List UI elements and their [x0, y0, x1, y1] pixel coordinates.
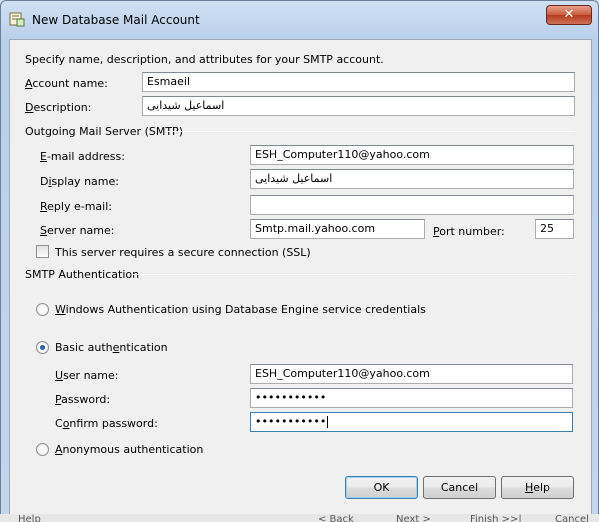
ssl-checkbox-label[interactable]: This server requires a secure connection… — [55, 246, 311, 259]
close-button[interactable]: ✕ — [546, 5, 592, 25]
bg-help-button: Help — [18, 514, 41, 522]
description-input[interactable]: اسماعیل شیدایی — [142, 96, 575, 116]
bg-next-button: Next > — [396, 514, 431, 522]
close-icon: ✕ — [563, 7, 575, 22]
anonymous-auth-radio[interactable] — [36, 443, 49, 456]
intro-text: Specify name, description, and attribute… — [25, 53, 384, 66]
server-name-label: Server name: — [40, 224, 115, 237]
ssl-checkbox[interactable] — [36, 245, 49, 258]
auth-group-divider — [132, 274, 575, 275]
port-number-label: Port number: — [433, 225, 505, 238]
auth-group-label: SMTP Authentication — [25, 268, 140, 281]
help-button[interactable]: Help — [501, 476, 574, 499]
basic-auth-radio[interactable] — [36, 341, 49, 354]
server-name-input[interactable]: Smtp.mail.yahoo.com — [250, 219, 425, 239]
user-name-label: User name: — [55, 369, 119, 382]
email-address-label: E-mail address: — [40, 150, 125, 163]
password-label: Password: — [55, 393, 111, 406]
reply-email-input[interactable] — [250, 195, 574, 215]
reply-email-label: Reply e-mail: — [40, 200, 112, 213]
password-input[interactable]: ••••••••••• — [250, 388, 573, 408]
display-name-input[interactable]: اسماعیل شیدایی — [250, 169, 574, 189]
database-mail-icon — [9, 12, 25, 27]
cancel-button[interactable]: Cancel — [423, 476, 496, 499]
bg-cancel-button: Cancel — [555, 514, 589, 522]
windows-auth-radio[interactable] — [36, 303, 49, 316]
title-bar[interactable]: New Database Mail Account ✕ — [1, 1, 598, 37]
account-name-input[interactable]: Esmaeil — [142, 72, 575, 92]
bg-finish-button: Finish >>| — [470, 514, 522, 522]
text-caret — [327, 416, 329, 428]
window-title: New Database Mail Account — [32, 13, 200, 27]
smtp-group-label: Outgoing Mail Server (SMTP) — [25, 125, 183, 138]
user-name-input[interactable]: ESH_Computer110@yahoo.com — [250, 364, 573, 384]
port-number-input[interactable]: 25 — [535, 219, 574, 239]
account-name-label: Account name: — [25, 77, 108, 90]
ok-button[interactable]: OK — [345, 476, 418, 499]
anonymous-auth-label[interactable]: Anonymous authentication — [55, 443, 203, 456]
background-wizard-strip: Help < Back Next > Finish >>| Cancel — [0, 514, 599, 522]
confirm-password-label: Confirm password: — [55, 417, 158, 430]
basic-auth-label[interactable]: Basic authentication — [55, 341, 168, 354]
windows-auth-label[interactable]: Windows Authentication using Database En… — [55, 303, 426, 316]
confirm-password-input[interactable]: ••••••••••• — [250, 412, 573, 432]
smtp-group-divider — [168, 131, 575, 132]
email-address-input[interactable]: ESH_Computer110@yahoo.com — [250, 145, 574, 165]
description-label: Description: — [25, 101, 92, 114]
display-name-label: Display name: — [40, 175, 119, 188]
bg-back-button: < Back — [318, 514, 354, 522]
